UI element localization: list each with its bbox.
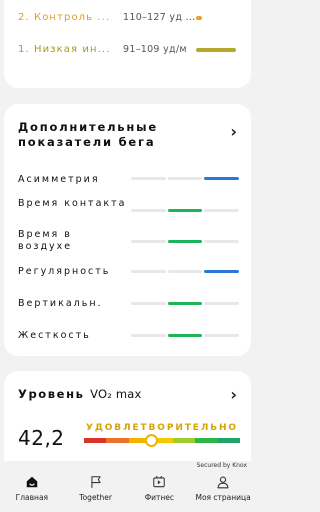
chevron-right-icon[interactable]: › [230, 124, 237, 140]
metric-track [131, 270, 240, 273]
metric-label: Время в воздухе [18, 229, 73, 252]
metric-label: Вертикальн. [18, 298, 103, 309]
person-icon [217, 476, 229, 489]
metric-label: Жесткость [18, 330, 91, 341]
vo2-scale-segment [217, 438, 240, 443]
metric-track [131, 302, 240, 305]
zone-row[interactable]: 2. Контроль ... 110–127 уд ... [18, 12, 237, 26]
zone-name: 1. Низкая ин... [18, 44, 110, 55]
heart-rate-zones-card: 2. Контроль ... 110–127 уд ... 1. Низкая… [4, 0, 251, 88]
zone-bar [196, 48, 236, 52]
metric-track [131, 240, 240, 243]
vo2-scale-segment [106, 438, 129, 443]
nav-item-my-page[interactable]: Моя страница [191, 470, 255, 512]
nav-item-fitness[interactable]: Фитнес [128, 470, 192, 512]
zone-range: 110–127 уд ... [123, 12, 196, 23]
chevron-right-icon[interactable]: › [230, 387, 237, 403]
nav-item-home[interactable]: Главная [0, 470, 64, 512]
flag-icon [91, 476, 101, 488]
metric-label: Асимметрия [18, 174, 100, 185]
metric-label: Время контакта [18, 198, 127, 209]
vo2-max-card[interactable]: Уровень VO₂ max › УДОВЛЕТВОРИТЕЛЬНО 42,2 [4, 371, 251, 461]
fitness-icon [153, 475, 166, 488]
nav-label: Моя страница [195, 493, 251, 502]
vo2-scale-segment [195, 438, 218, 443]
vo2-title: Уровень VO₂ max [18, 387, 142, 401]
nav-label: Together [79, 493, 112, 502]
vo2-scale-segment [173, 438, 196, 443]
vo2-value: 42,2 [18, 426, 65, 450]
nav-label: Фитнес [144, 493, 175, 502]
vo2-scale [84, 438, 240, 443]
secured-by-knox: Secured by Knox [196, 462, 247, 469]
vo2-scale-segment [84, 438, 107, 443]
vo2-marker [144, 434, 158, 447]
running-metrics-card[interactable]: Дополнительные показатели бега › Асиммет… [4, 104, 251, 356]
nav-label: Главная [15, 493, 49, 502]
zone-row[interactable]: 1. Низкая ин... 91–109 уд/м [18, 44, 237, 58]
home-icon [26, 476, 38, 488]
metric-track [131, 334, 240, 337]
zone-bar [196, 16, 202, 20]
metric-label: Регулярность [18, 266, 111, 277]
card-title: Дополнительные показатели бега [18, 120, 158, 149]
metric-track [131, 177, 240, 180]
nav-item-together[interactable]: Together [64, 470, 128, 512]
vo2-status: УДОВЛЕТВОРИТЕЛЬНО [86, 423, 238, 433]
zone-range: 91–109 уд/м [123, 44, 187, 55]
zone-name: 2. Контроль ... [18, 12, 110, 23]
metric-track [131, 209, 240, 212]
bottom-navigation: Главная Together Фитнес Моя страница [0, 470, 255, 512]
